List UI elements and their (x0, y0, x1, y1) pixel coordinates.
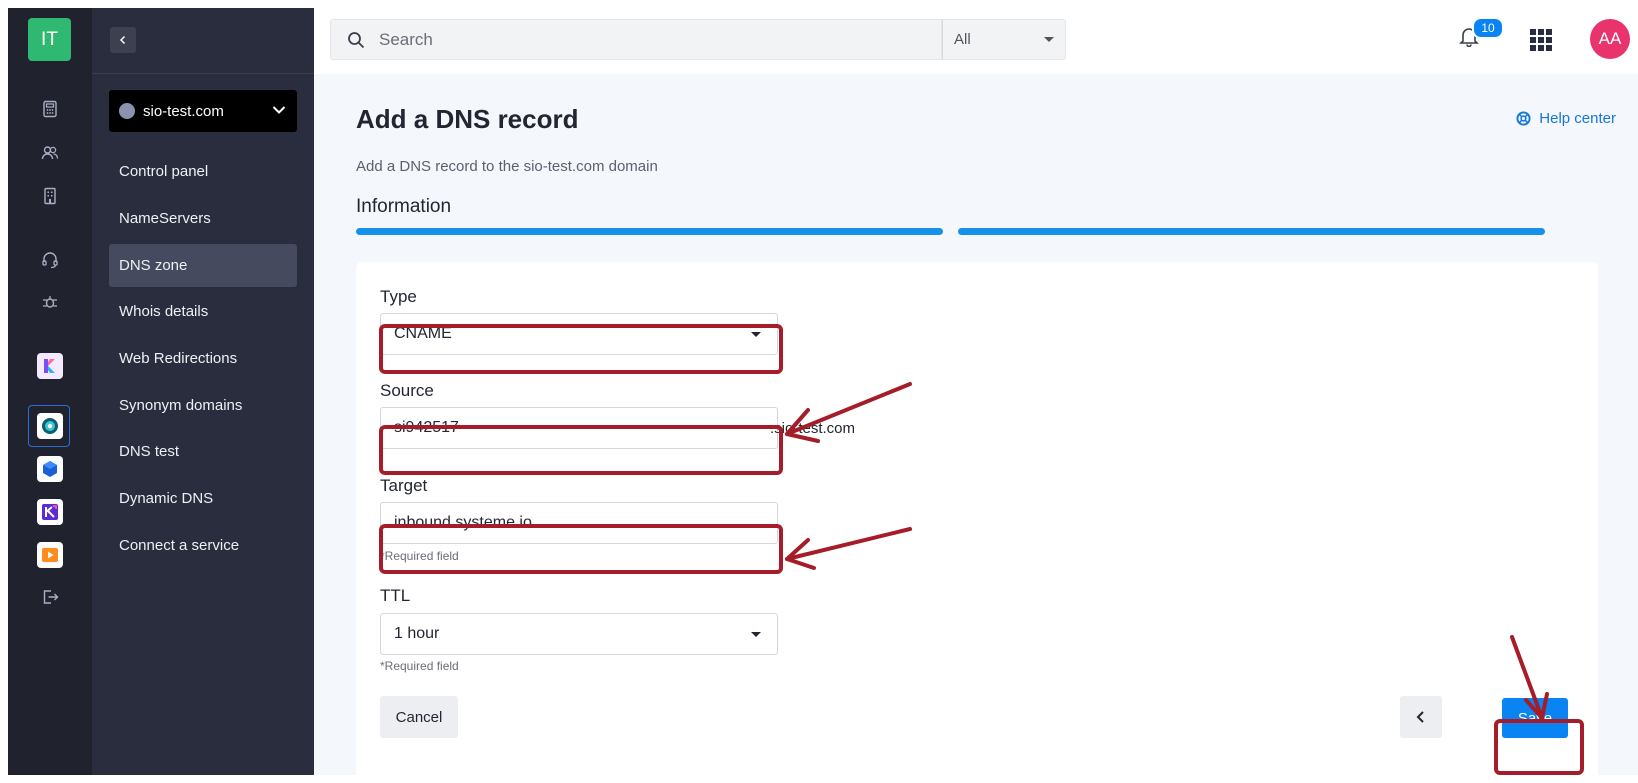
sidebar-item-control-panel[interactable]: Control panel (109, 150, 297, 193)
collapse-sidebar-button[interactable] (110, 27, 136, 53)
page-title: Add a DNS record (356, 104, 579, 134)
app-logo[interactable]: IT (28, 18, 71, 61)
top-bar: Search All (314, 8, 1638, 74)
app-k2-icon[interactable] (37, 499, 63, 525)
building-icon[interactable] (8, 185, 92, 207)
globe-icon (119, 103, 135, 119)
headset-icon[interactable] (8, 249, 92, 271)
avatar[interactable]: AA (1590, 19, 1630, 59)
chevron-left-icon (119, 35, 126, 45)
sidebar-item-nameservers[interactable]: NameServers (109, 197, 297, 240)
highlight-target (379, 524, 783, 574)
step-label: Information (356, 196, 452, 217)
icon-rail: IT (8, 8, 92, 775)
app-circle-icon[interactable] (37, 413, 63, 439)
back-button[interactable] (1400, 696, 1442, 738)
domain-label: sio-test.com (143, 102, 224, 120)
highlight-type (379, 324, 783, 374)
notification-badge: 10 (1472, 17, 1504, 39)
app-k-icon[interactable] (37, 353, 63, 379)
apps-grid-icon[interactable] (1530, 29, 1552, 51)
target-label: Target (380, 476, 428, 495)
ttl-label: TTL (380, 586, 411, 605)
search-input[interactable]: Search (379, 30, 433, 50)
sidebar-item-web-redirections[interactable]: Web Redirections (109, 337, 297, 380)
help-center-link[interactable]: Help center (1516, 110, 1616, 127)
app-cube-icon[interactable] (37, 456, 63, 482)
source-label: Source (380, 381, 434, 400)
type-label: Type (380, 287, 417, 306)
help-center-label: Help center (1539, 110, 1616, 127)
chevron-left-icon (1416, 711, 1424, 723)
caret-down-icon (1044, 37, 1054, 42)
ttl-select[interactable]: 1 hour (380, 613, 778, 655)
sidebar-item-whois-details[interactable]: Whois details (109, 290, 297, 333)
sidebar-item-synonym-domains[interactable]: Synonym domains (109, 384, 297, 427)
sidebar-item-connect-service[interactable]: Connect a service (109, 524, 297, 567)
sidebar-item-dynamic-dns[interactable]: Dynamic DNS (109, 477, 297, 520)
search-scope-select[interactable]: All (942, 19, 1066, 60)
highlight-save (1494, 719, 1584, 775)
logout-icon[interactable] (8, 586, 92, 608)
domain-select[interactable]: sio-test.com (109, 90, 297, 132)
ttl-value: 1 hour (394, 625, 440, 642)
lifebuoy-icon (1516, 111, 1531, 126)
chevron-down-icon (272, 106, 286, 114)
search-scope-value: All (954, 31, 971, 48)
cancel-button[interactable]: Cancel (380, 696, 458, 738)
sidebar-item-dns-zone[interactable]: DNS zone (109, 244, 297, 287)
app-play-icon[interactable] (37, 542, 63, 568)
search-box[interactable]: Search (330, 19, 942, 60)
highlight-source (379, 425, 783, 475)
bug-icon[interactable] (8, 291, 92, 313)
sidebar-item-dns-test[interactable]: DNS test (109, 430, 297, 473)
nav-sidebar: sio-test.com Control panel NameServers D… (92, 8, 314, 775)
page-subtitle: Add a DNS record to the sio-test.com dom… (356, 158, 658, 175)
caret-down-icon (751, 632, 761, 637)
users-icon[interactable] (8, 142, 92, 164)
divider (92, 73, 314, 74)
step-progress-1 (356, 228, 943, 235)
ttl-required-note: *Required field (380, 659, 459, 673)
step-progress-2 (958, 228, 1545, 235)
search-icon (348, 31, 365, 48)
calculator-icon[interactable] (8, 98, 92, 120)
